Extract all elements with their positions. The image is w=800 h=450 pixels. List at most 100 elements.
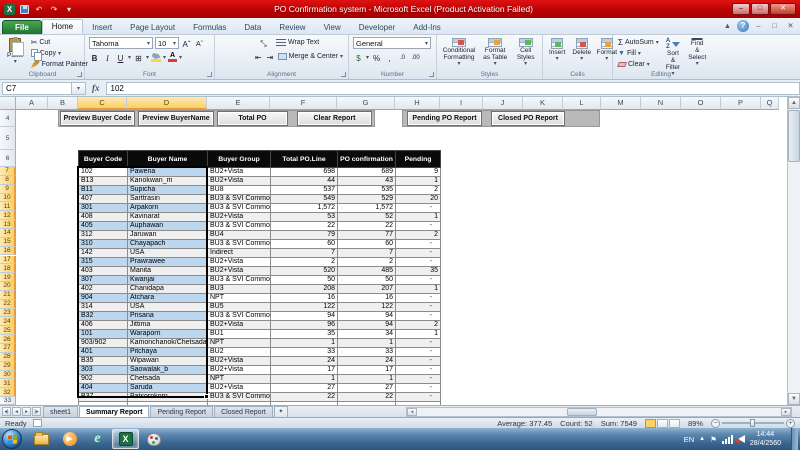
row-header-24[interactable]: 24 [0,317,16,326]
cell[interactable]: 207 [338,285,396,294]
column-header-P[interactable]: P [721,97,761,110]
cell[interactable]: 22 [271,222,338,231]
cell[interactable]: Waraporn [128,330,208,339]
cell[interactable]: BU2+Vista [208,213,271,222]
workbook-restore-icon[interactable]: □ [768,20,781,32]
cell[interactable]: Arpakorn [128,204,208,213]
column-header-K[interactable]: K [523,97,563,110]
cell[interactable]: 60 [271,240,338,249]
cell[interactable]: 7 [338,249,396,258]
cell[interactable]: 53 [271,213,338,222]
cell[interactable]: BU2 [208,348,271,357]
cell[interactable]: 404 [79,384,128,393]
scroll-up-icon[interactable]: ▲ [788,97,800,109]
column-header-O[interactable]: O [681,97,721,110]
select-all-corner[interactable] [0,97,16,110]
form-button-closed-po-report[interactable]: Closed PO Report [491,111,565,126]
borders-button[interactable]: ⊞ [133,52,144,63]
cell[interactable]: 902 [79,375,128,384]
row-header-16[interactable]: 16 [0,247,16,256]
row-header-19[interactable]: 19 [0,273,16,282]
cell[interactable]: BU3 & SVI Common [208,240,271,249]
zoom-slider-thumb[interactable] [750,419,755,427]
cell[interactable]: 402 [79,285,128,294]
increase-indent-icon[interactable]: ⇥ [265,51,275,62]
cell[interactable]: 27 [271,384,338,393]
row-header-25[interactable]: 25 [0,326,16,335]
row-header-20[interactable]: 20 [0,282,16,291]
row-header-28[interactable]: 28 [0,353,16,362]
autosum-button[interactable]: ΣAutoSum▾ [617,37,660,47]
cell[interactable]: BU3 & SVI Common [208,204,271,213]
cell[interactable]: 7 [271,249,338,258]
macro-record-icon[interactable] [33,419,42,427]
clear-button[interactable]: Clear▾ [617,59,660,69]
cut-button[interactable]: ✂Cut [30,37,89,47]
cell[interactable]: 312 [79,231,128,240]
cell[interactable]: 1 [396,213,441,222]
cell[interactable]: NPT [208,339,271,348]
taskbar-explorer-button[interactable] [28,429,55,449]
cell[interactable]: 1 [396,285,441,294]
align-right-icon[interactable] [242,51,252,62]
undo-button[interactable]: ↶ [33,3,45,15]
cell[interactable]: Jittima [128,321,208,330]
cell[interactable]: 208 [271,285,338,294]
first-sheet-icon[interactable]: ◂| [2,407,11,416]
cell[interactable]: B32 [79,312,128,321]
cell[interactable]: BU3 & SVI Common [208,222,271,231]
cell[interactable]: B13 [79,177,128,186]
cell[interactable]: 27 [338,384,396,393]
cell[interactable]: 17 [338,366,396,375]
form-button-preview-buyer-code[interactable]: Preview Buyer Code [60,111,135,126]
cell[interactable]: 60 [338,240,396,249]
maximize-button[interactable]: □ [751,3,769,15]
taskbar-paint-button[interactable] [140,429,167,449]
cell[interactable]: 44 [271,177,338,186]
normal-view-icon[interactable] [645,419,656,428]
merge-center-button[interactable]: Merge & Center▾ [277,52,344,62]
insert-worksheet-button[interactable]: ✦ [274,406,288,417]
cell[interactable]: 2 [338,258,396,267]
row-header-30[interactable]: 30 [0,371,16,380]
bold-button[interactable]: B [89,52,100,63]
cell[interactable]: BU1 [208,330,271,339]
cell[interactable]: 77 [338,231,396,240]
paste-button[interactable]: Paste ▾ [5,37,26,69]
form-button-clear-report[interactable]: Clear Report [297,111,372,126]
row-header-5[interactable]: 5 [0,127,16,150]
cell[interactable]: B35 [79,357,128,366]
vertical-scrollbar[interactable]: ▲ ▼ [787,97,800,405]
cell[interactable]: 33 [338,348,396,357]
cell[interactable]: 2 [271,258,338,267]
cell[interactable]: 1 [271,339,338,348]
accounting-format-button[interactable]: $ [353,52,364,63]
cell[interactable]: 50 [271,276,338,285]
cell[interactable]: 406 [79,321,128,330]
ribbon-tab-insert[interactable]: Insert [83,21,121,34]
cell[interactable]: - [396,276,441,285]
number-dialog-launcher-icon[interactable] [429,72,434,77]
column-header-G[interactable]: G [337,97,395,110]
zoom-level[interactable]: 89% [688,419,703,428]
row-header-6[interactable]: 6 [0,150,16,167]
cell[interactable]: 122 [338,303,396,312]
cell[interactable]: 2 [396,321,441,330]
cell[interactable]: Auphawan [128,222,208,231]
font-name-select[interactable]: Tahoma▾ [89,37,153,49]
cell[interactable]: NPT [208,375,271,384]
row-header-18[interactable]: 18 [0,264,16,273]
cell[interactable]: 1 [338,339,396,348]
column-header-E[interactable]: E [207,97,270,110]
row-header-29[interactable]: 29 [0,362,16,371]
cell[interactable]: - [396,294,441,303]
cell[interactable]: 22 [338,222,396,231]
cell[interactable]: 689 [338,168,396,177]
cell[interactable]: - [396,375,441,384]
save-button[interactable] [18,3,30,15]
ribbon-tab-formulas[interactable]: Formulas [184,21,235,34]
column-header-N[interactable]: N [641,97,681,110]
cell[interactable]: 20 [396,195,441,204]
wrap-text-button[interactable]: Wrap Text [275,38,320,48]
row-header-9[interactable]: 9 [0,185,16,194]
